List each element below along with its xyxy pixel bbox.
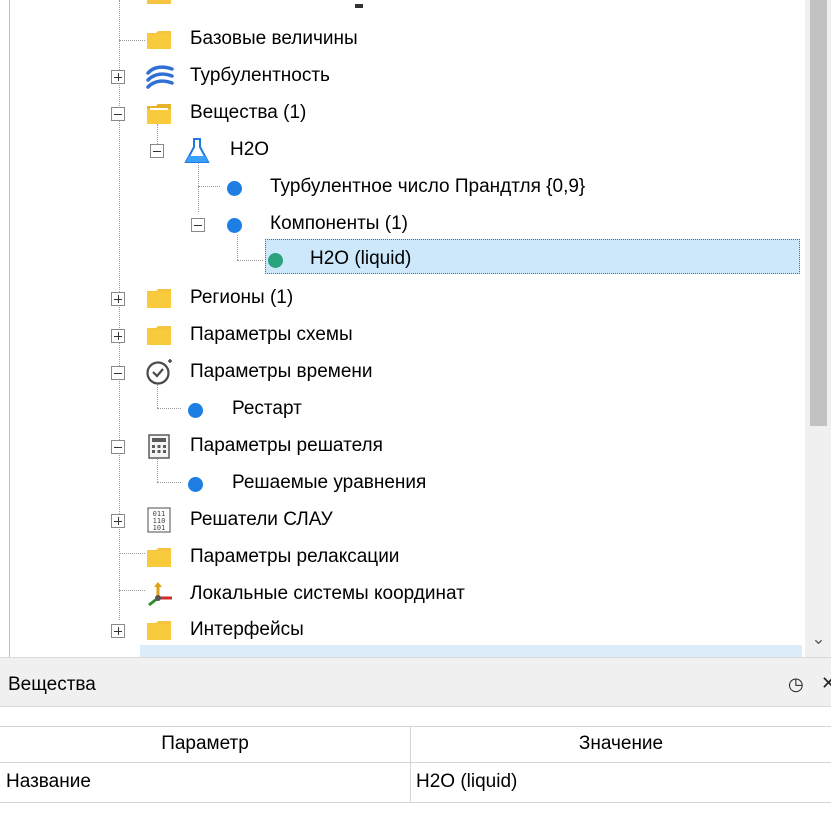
tree-item-turbulence[interactable]: Турбулентность [0, 59, 805, 95]
tree-item-label: Локальные системы координат [190, 583, 465, 604]
tree-item-components[interactable]: Компоненты (1) [0, 207, 805, 243]
tree-item-label: Регионы (1) [190, 287, 294, 308]
folder-icon [147, 31, 171, 54]
tree-item-label: Турбулентное число Прандтля {0,9} [270, 176, 586, 197]
collapse-icon[interactable] [150, 144, 164, 158]
partial-row-highlight [140, 645, 802, 657]
close-icon[interactable]: ✕ [821, 673, 831, 694]
properties-title: Вещества [8, 674, 96, 695]
folder-icon [147, 289, 171, 313]
dot-icon [227, 181, 242, 196]
panel-divider[interactable] [0, 657, 831, 665]
tree-item-label: Параметры решателя [190, 435, 383, 456]
binary-icon: 011 110 101 [147, 507, 171, 538]
expand-icon[interactable] [111, 70, 125, 84]
tree-item-prandtl[interactable]: Турбулентное число Прандтля {0,9} [0, 170, 805, 206]
tree-item-substances[interactable]: Вещества (1) [0, 96, 805, 132]
expand-icon[interactable] [111, 292, 125, 306]
tree-item-label: Решатели СЛАУ [190, 509, 333, 530]
dot-icon [188, 477, 203, 492]
tree-item-regions[interactable]: Регионы (1) [0, 281, 805, 317]
properties-table: Параметр Значение Название H2O (liquid) [0, 707, 831, 813]
pin-icon[interactable]: ◷ [788, 674, 804, 695]
tree-item-coordinates[interactable]: Локальные системы координат [0, 577, 805, 613]
tree-item-label: Турбулентность [190, 65, 330, 86]
tree-item-label: Параметры времени [190, 361, 373, 382]
tree-item-label: Параметры схемы [190, 324, 353, 345]
collapse-icon[interactable] [111, 440, 125, 454]
tree-item-h2o-liquid[interactable]: H2O (liquid) [0, 244, 805, 280]
tree-item-time[interactable]: Параметры времени [0, 355, 805, 391]
collapse-icon[interactable] [111, 107, 125, 121]
collapse-icon[interactable] [111, 366, 125, 380]
tree-item-slau[interactable]: 011 110 101 Решатели СЛАУ [0, 503, 805, 539]
column-header-value[interactable]: Значение [411, 726, 831, 762]
properties-header: Вещества ◷ ✕ [0, 665, 831, 707]
grid-line [0, 802, 831, 803]
dot-icon [227, 218, 242, 233]
expand-icon[interactable] [111, 624, 125, 638]
tree-item-scheme[interactable]: Параметры схемы [0, 318, 805, 354]
calculator-icon [148, 434, 170, 464]
folder-icon [147, 548, 171, 572]
tree-item-base[interactable]: Базовые величины [0, 22, 805, 58]
tree-item-equations[interactable]: Решаемые уравнения [0, 466, 805, 502]
turbulence-icon [146, 64, 174, 95]
svg-text:101: 101 [153, 524, 166, 532]
clock-icon [145, 358, 175, 391]
folder-open-icon [147, 104, 172, 129]
tree-item-label: Параметры релаксации [190, 546, 400, 567]
scrollbar-thumb[interactable] [810, 0, 827, 426]
folder-icon [147, 0, 171, 9]
folder-icon [147, 326, 171, 350]
tree-item-solver[interactable]: Параметры решателя [0, 429, 805, 465]
tree-item-label: Вещества (1) [190, 102, 307, 123]
tree-item-label: Базовые величины [190, 28, 358, 49]
column-header-param[interactable]: Параметр [0, 726, 410, 762]
tree-item-label: Решаемые уравнения [232, 472, 427, 493]
param-cell: Название [6, 771, 91, 792]
dot-icon [188, 403, 203, 418]
dot-green-icon [268, 253, 283, 268]
tree-item-h2o[interactable]: H2O [0, 133, 805, 169]
tree-item-label: H2O (liquid) [310, 248, 412, 269]
axes-icon [145, 581, 175, 614]
tree-item-label: Компоненты (1) [270, 213, 408, 234]
expand-icon[interactable] [111, 329, 125, 343]
tree-panel: Базовые величины Турбулентность Вещества… [0, 0, 831, 657]
value-cell[interactable]: H2O (liquid) [416, 762, 517, 802]
expand-icon[interactable] [111, 514, 125, 528]
tree-item-restart[interactable]: Рестарт [0, 392, 805, 428]
scroll-down-icon[interactable]: ⌄ [810, 628, 827, 650]
tree-item-label: H2O [230, 139, 270, 160]
tree-item-label: Рестарт [232, 398, 302, 419]
tree-item-interfaces[interactable]: Интерфейсы [0, 613, 805, 649]
collapse-icon[interactable] [191, 218, 205, 232]
folder-icon [147, 621, 171, 645]
flask-icon [184, 137, 210, 170]
tree-item-label: Интерфейсы [190, 619, 304, 640]
tree-item-relaxation[interactable]: Параметры релаксации [0, 540, 805, 576]
text-fragment [355, 4, 363, 8]
